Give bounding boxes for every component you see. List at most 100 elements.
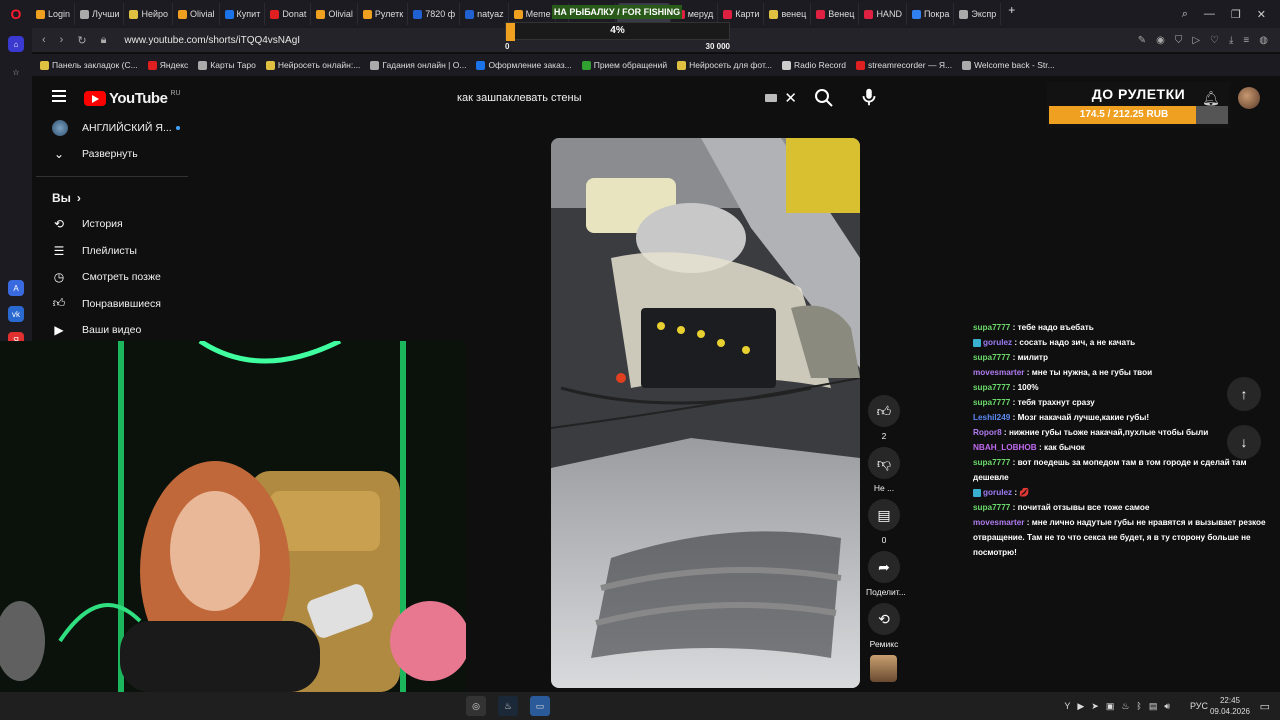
camera-icon[interactable]: ◉	[1156, 35, 1165, 46]
tab-favicon-icon	[723, 9, 733, 19]
close-window-icon[interactable]: ✕	[1257, 8, 1266, 21]
bookmark-item[interactable]: Гадания онлайн | О...	[370, 60, 466, 70]
sidebar-item-history[interactable]: ⟲ История	[52, 217, 123, 231]
like-icon: 👍︎	[52, 296, 66, 311]
remix-button[interactable]: ⟲ Ремикс	[866, 603, 902, 649]
audio-thumbnail[interactable]	[870, 655, 897, 682]
keyboard-icon[interactable]	[765, 94, 777, 102]
tab-favicon-icon	[911, 9, 921, 19]
clear-search-icon[interactable]: ✕	[784, 89, 797, 107]
star-icon[interactable]: ☆	[8, 64, 24, 80]
heart-icon[interactable]: ♡	[1210, 35, 1219, 46]
play-tray-icon[interactable]: ▶	[1077, 701, 1084, 712]
obs-icon[interactable]: ◎	[466, 696, 486, 716]
steam-icon[interactable]: ♨	[498, 696, 518, 716]
chat-text: тебе надо въебать	[1017, 323, 1094, 332]
browser-tab[interactable]: Покра	[908, 3, 955, 25]
telegram-icon[interactable]: ➤	[1091, 701, 1099, 712]
tab-favicon-icon	[769, 9, 779, 19]
browser-tab[interactable]: Olivial	[312, 3, 358, 25]
steam-tray-icon[interactable]: ♨	[1121, 701, 1129, 712]
browser-tab[interactable]: Рулетк	[359, 3, 409, 25]
chat-message: Leshil249 : Мозг накачай лучше,какие губ…	[973, 410, 1273, 425]
subscription-item[interactable]: АНГЛИЙСКИЙ Я...	[52, 120, 180, 136]
sidebar-item-playlists[interactable]: ☰ Плейлисты	[52, 244, 137, 258]
clock[interactable]: 22:45 09.04.2026	[1210, 695, 1250, 717]
desktop-app-icon[interactable]: ▭	[530, 696, 550, 716]
browser-tab[interactable]: Olivial	[174, 3, 220, 25]
like-button[interactable]: 👍︎ 2	[866, 395, 902, 441]
browser-tab[interactable]: венец	[765, 3, 812, 25]
bluetooth-icon[interactable]: ᛒ	[1136, 701, 1141, 712]
share-button[interactable]: ➦ Поделит...	[866, 551, 906, 597]
browser-tab[interactable]: Экспр	[955, 3, 1002, 25]
bookmark-item[interactable]: Нейросеть для фот...	[677, 60, 772, 70]
expand-button[interactable]: ⌄ Развернуть	[52, 147, 138, 161]
reload-icon[interactable]: ↻	[77, 34, 86, 47]
sidebar-item-label: Ваши видео	[82, 324, 142, 337]
new-tab-icon[interactable]: +	[1002, 3, 1021, 25]
chat-text: как бычок	[1043, 443, 1085, 452]
browser-tab[interactable]: natyaz	[461, 3, 509, 25]
yandex-tray-icon[interactable]: Y	[1064, 701, 1070, 712]
browser-tab[interactable]: Нейро	[125, 3, 174, 25]
sidebar-item-label: История	[82, 218, 123, 230]
search-input[interactable]: как зашпаклевать стены ✕	[446, 84, 808, 112]
opera-logo-icon[interactable]: O	[0, 0, 32, 28]
sidebar-item-your-videos[interactable]: ▶ Ваши видео	[52, 323, 141, 337]
network-icon[interactable]: ▤	[1149, 701, 1158, 712]
bookmark-item[interactable]: Нейросеть онлайн:...	[265, 60, 360, 70]
microphone-icon[interactable]	[858, 86, 880, 108]
browser-tab[interactable]: HAND	[860, 3, 907, 25]
back-icon[interactable]: ‹	[42, 34, 46, 47]
browser-tab[interactable]: 7820 ф	[409, 3, 461, 25]
app-store-icon[interactable]: A	[8, 280, 24, 296]
youtube-logo[interactable]: YouTube RU	[84, 90, 181, 107]
bookmark-item[interactable]: Панель закладок (С...	[40, 60, 138, 70]
bookmark-favicon-icon	[581, 60, 591, 70]
language-indicator[interactable]: РУС	[1190, 701, 1208, 711]
download-icon[interactable]: ⤓	[1229, 35, 1233, 46]
next-video-button[interactable]: ↓	[1227, 425, 1261, 459]
bookmark-item[interactable]: Оформление заказ...	[476, 60, 572, 70]
comments-button[interactable]: ▤ 0	[866, 499, 902, 545]
browser-tab[interactable]: Купит	[221, 3, 266, 25]
volume-icon[interactable]: 🔊︎	[1164, 701, 1170, 712]
shorts-video-player[interactable]	[551, 138, 860, 688]
sidebar-item-watch-later[interactable]: ◷ Смотреть позже	[52, 270, 161, 284]
hamburger-menu-icon[interactable]	[52, 90, 66, 102]
vk-icon[interactable]: vk	[8, 306, 24, 322]
profile-icon[interactable]: ◍	[1259, 35, 1268, 46]
notifications-bell-icon[interactable]: 🔔︎	[1202, 90, 1220, 107]
url-field[interactable]: www.youtube.com/shorts/iTQQ4vsNAgI	[124, 35, 300, 46]
home-icon[interactable]: ⌂	[8, 36, 24, 52]
avatar[interactable]	[1238, 87, 1260, 109]
bookmark-item[interactable]: Radio Record	[782, 60, 846, 70]
bookmark-item[interactable]: Карты Таро	[198, 60, 256, 70]
edit-icon[interactable]: ✎	[1138, 35, 1146, 46]
dislike-button[interactable]: 👎︎ Не ...	[866, 447, 902, 493]
chat-separator: :	[1024, 368, 1032, 377]
bookmark-item[interactable]: Яндекс	[147, 60, 188, 70]
notifications-icon[interactable]: ▭	[1260, 700, 1270, 713]
you-section-header[interactable]: Вы ›	[52, 191, 81, 205]
browser-tab[interactable]: Donat	[266, 3, 312, 25]
search-tabs-icon[interactable]: ⌕	[1182, 8, 1188, 21]
minimize-icon[interactable]: —	[1204, 8, 1215, 21]
forward-icon[interactable]: ›	[60, 34, 64, 47]
vpn-icon[interactable]: ▣	[1106, 701, 1115, 712]
search-icon[interactable]	[812, 86, 836, 110]
tab-label: Покра	[923, 9, 950, 19]
browser-tab[interactable]: Лучши	[76, 3, 125, 25]
browser-tab[interactable]: Login	[32, 3, 76, 25]
previous-video-button[interactable]: ↑	[1227, 377, 1261, 411]
bookmark-item[interactable]: Прием обращений	[581, 60, 667, 70]
maximize-icon[interactable]: ❐	[1231, 8, 1241, 21]
sidebar-item-like[interactable]: 👍︎ Понравившиеся	[52, 296, 161, 311]
bookmark-item[interactable]: Welcome back - Str...	[962, 60, 1055, 70]
menu-icon[interactable]: ≡	[1243, 35, 1249, 46]
play-icon[interactable]: ▷	[1192, 35, 1200, 46]
browser-tab[interactable]: Венец	[812, 3, 860, 25]
shield-icon[interactable]: ⛉	[1175, 35, 1183, 46]
bookmark-item[interactable]: streamrecorder — Я...	[855, 60, 952, 70]
